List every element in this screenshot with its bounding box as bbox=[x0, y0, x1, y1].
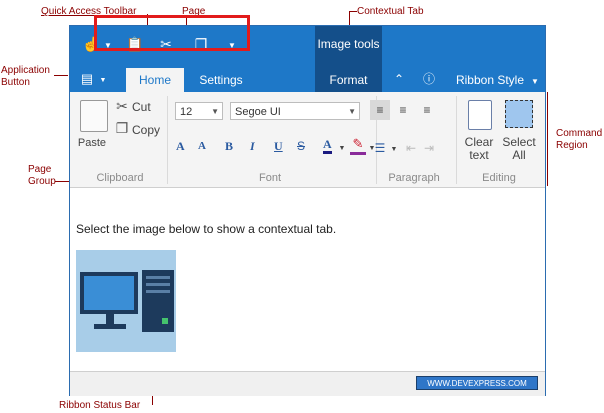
paste-button-label[interactable]: Paste bbox=[74, 137, 110, 149]
strikethrough-icon[interactable]: S bbox=[297, 139, 305, 153]
align-left-button[interactable]: ≡ bbox=[370, 100, 390, 120]
annotation-line bbox=[54, 75, 68, 76]
annotation-line bbox=[152, 395, 153, 405]
copy-icon: ❐ bbox=[115, 120, 129, 136]
chevron-down-icon: ▼ bbox=[531, 77, 539, 86]
group-label-font: Font bbox=[258, 172, 281, 184]
font-color-icon[interactable]: A bbox=[323, 138, 332, 154]
cut-button[interactable]: Cut bbox=[132, 100, 158, 114]
annotation-page-group: Page Group bbox=[28, 164, 56, 187]
ribbon-window: Image tools ☝ ▼ 📋 ✂ ❐ ▼ ▤ ▼ Home Setting… bbox=[69, 25, 546, 396]
ribbon-status-bar: WWW.DEVEXPRESS.COM bbox=[70, 371, 545, 396]
font-size-combo[interactable]: 12 ▼ bbox=[175, 102, 223, 120]
sample-image[interactable] bbox=[76, 250, 176, 352]
chevron-down-icon: ▼ bbox=[348, 107, 356, 116]
group-label-clipboard: Clipboard bbox=[96, 172, 144, 184]
contextual-category-label: Image tools bbox=[317, 37, 380, 51]
italic-icon[interactable]: I bbox=[250, 139, 255, 154]
annotation-line bbox=[349, 11, 357, 12]
highlight-icon[interactable]: ✎ bbox=[350, 136, 366, 155]
annotation-line bbox=[349, 11, 350, 26]
annotation-line bbox=[547, 92, 548, 186]
bullets-icon[interactable]: ☰ bbox=[372, 140, 388, 156]
chevron-down-icon[interactable]: ▼ bbox=[338, 141, 346, 157]
increase-indent-icon[interactable]: ⇥ bbox=[422, 140, 436, 156]
group-label-editing: Editing bbox=[482, 172, 516, 184]
align-left-icon: ≡ bbox=[376, 103, 384, 117]
qat-highlight-box bbox=[94, 15, 250, 51]
select-all-button[interactable]: Select All bbox=[500, 136, 538, 162]
info-icon[interactable]: ⓘ bbox=[422, 71, 436, 87]
chevron-down-icon: ▼ bbox=[211, 107, 219, 116]
font-family-combo[interactable]: Segoe UI ▼ bbox=[230, 102, 360, 120]
document-area[interactable]: Select the image below to show a context… bbox=[70, 188, 545, 371]
tab-home[interactable]: Home bbox=[126, 68, 184, 92]
devexpress-link[interactable]: WWW.DEVEXPRESS.COM bbox=[416, 376, 538, 390]
tab-format[interactable]: Format bbox=[315, 68, 382, 92]
underline-icon[interactable]: U bbox=[274, 139, 283, 154]
select-all-icon[interactable] bbox=[505, 100, 533, 128]
chevron-down-icon[interactable]: ▼ bbox=[390, 142, 398, 158]
group-separator bbox=[456, 96, 457, 184]
font-family-value: Segoe UI bbox=[235, 106, 281, 118]
align-center-icon[interactable]: ≡ bbox=[396, 102, 410, 118]
collapse-ribbon-icon[interactable]: ⌃ bbox=[392, 71, 406, 87]
shrink-font-icon[interactable]: A bbox=[198, 140, 206, 152]
document-text: Select the image below to show a context… bbox=[76, 222, 337, 236]
copy-button[interactable]: Copy bbox=[132, 123, 164, 137]
group-label-paragraph: Paragraph bbox=[388, 172, 440, 184]
application-button[interactable]: ▤ ▼ bbox=[74, 70, 110, 88]
ribbon-command-region: Paste ✂ Cut ❐ Copy Clipboard 12 ▼ Segoe … bbox=[70, 92, 545, 188]
chevron-down-icon: ▼ bbox=[99, 77, 107, 84]
grow-font-icon[interactable]: A bbox=[176, 139, 185, 154]
bold-icon[interactable]: B bbox=[225, 139, 233, 154]
annotation-ribbon-status-bar: Ribbon Status Bar bbox=[59, 400, 141, 411]
cut-icon: ✂ bbox=[116, 98, 128, 114]
clear-text-icon[interactable] bbox=[468, 100, 492, 130]
computer-illustration bbox=[80, 270, 174, 332]
ribbon-style-dropdown[interactable]: Ribbon Style bbox=[450, 68, 530, 92]
group-separator bbox=[167, 96, 168, 184]
align-right-icon[interactable]: ≡ bbox=[420, 102, 434, 118]
annotation-command-region: Command Region bbox=[556, 128, 603, 151]
tab-settings[interactable]: Settings bbox=[190, 68, 252, 92]
annotation-contextual-tab: Contextual Tab bbox=[357, 6, 424, 17]
paste-large-icon[interactable] bbox=[80, 100, 108, 132]
clear-text-button[interactable]: Clear text bbox=[460, 136, 498, 162]
menu-icon: ▤ bbox=[80, 71, 94, 86]
annotation-line bbox=[55, 181, 69, 182]
font-size-value: 12 bbox=[180, 106, 193, 118]
annotation-application-button: Application Button bbox=[1, 65, 50, 88]
decrease-indent-icon[interactable]: ⇤ bbox=[404, 140, 418, 156]
